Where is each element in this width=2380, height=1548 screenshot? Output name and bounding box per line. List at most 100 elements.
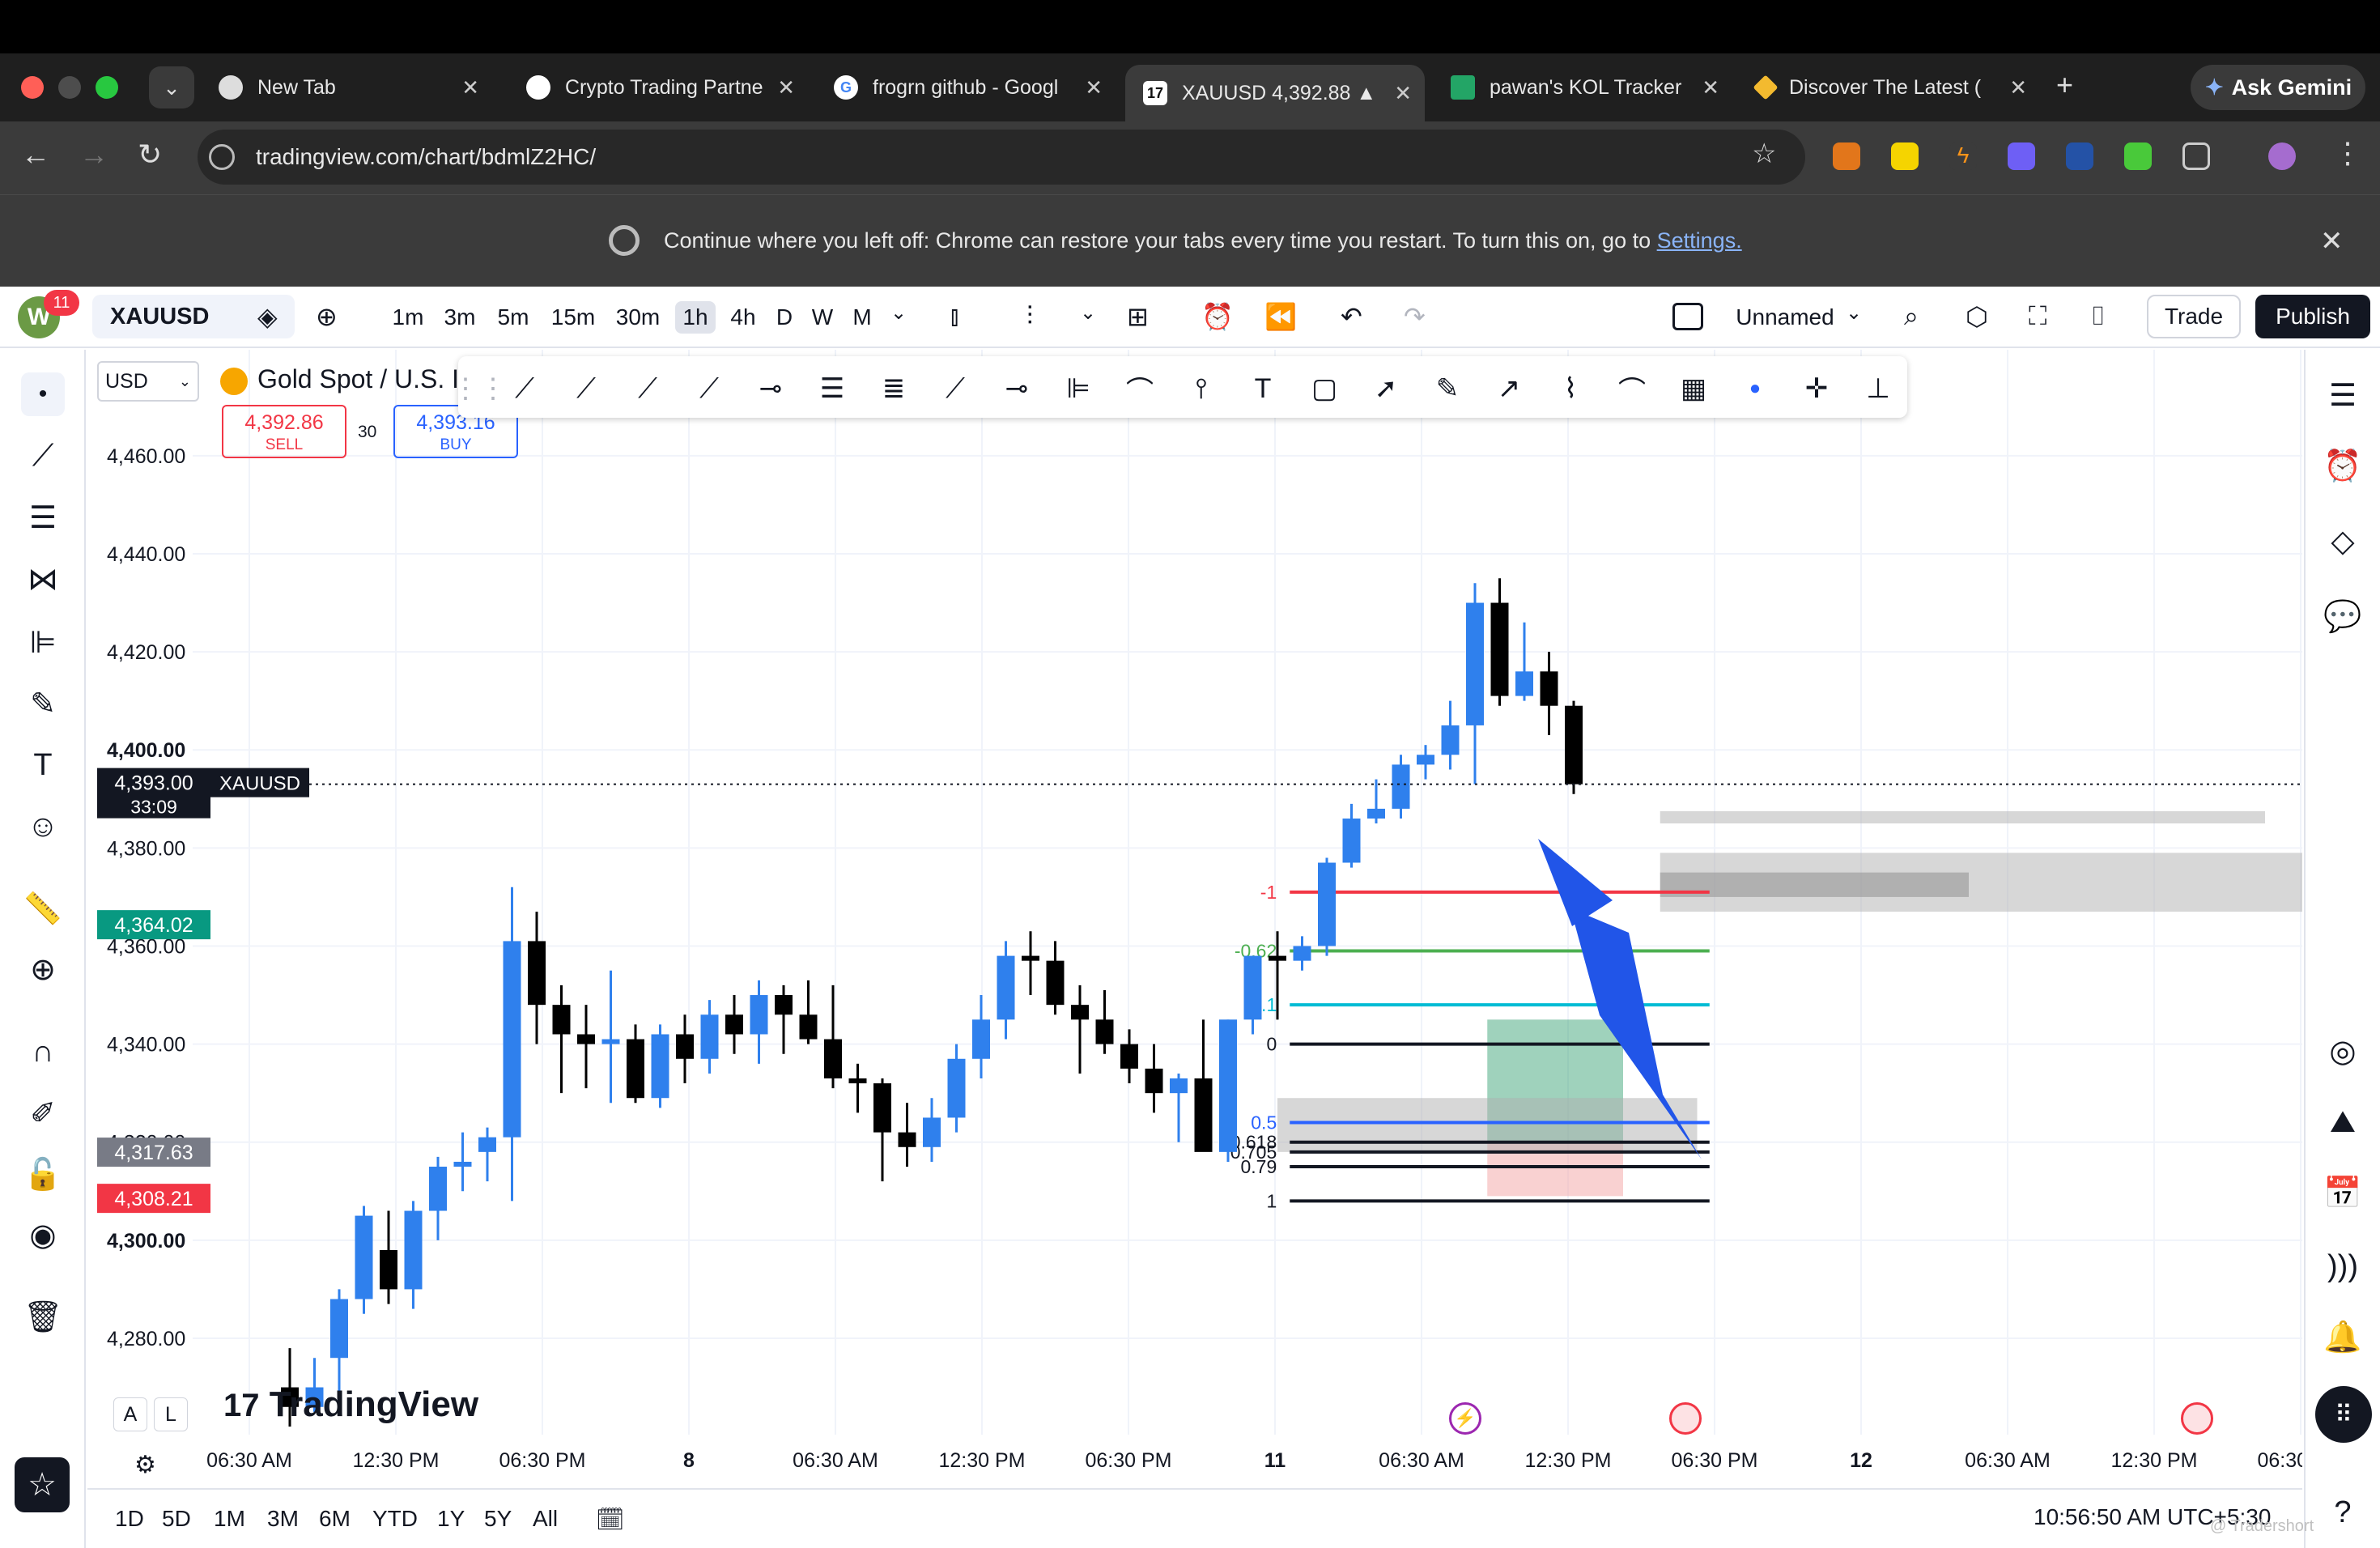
info-line-icon[interactable]: ⟋ xyxy=(628,369,667,408)
target-icon[interactable]: ◎ xyxy=(2320,1028,2365,1074)
extension-list-icon[interactable] xyxy=(2066,142,2093,170)
ask-gemini-button[interactable]: ✦ Ask Gemini xyxy=(2191,65,2365,110)
watchlist-icon[interactable]: ☰ xyxy=(2320,372,2365,418)
interval-m[interactable]: M xyxy=(845,301,879,334)
layout-save-icon[interactable] xyxy=(1672,303,1703,330)
range-1d[interactable]: 1D xyxy=(115,1506,144,1532)
brush-icon[interactable]: ✎ xyxy=(21,682,65,725)
projection-icon[interactable]: ⊫ xyxy=(1059,369,1098,408)
vertical-line-icon[interactable]: ⫯ xyxy=(1182,369,1221,408)
interval-5m[interactable]: 5m xyxy=(491,301,536,334)
range-3m[interactable]: 3M xyxy=(267,1506,299,1532)
settings-gear-icon[interactable]: ⬡ xyxy=(1966,301,1988,332)
parallel-channel-icon[interactable]: ≣ xyxy=(874,369,913,408)
text-tool-icon[interactable]: T xyxy=(21,743,65,787)
interval-w[interactable]: W xyxy=(806,301,839,334)
tab-tradingview[interactable]: 17 XAUUSD 4,392.88 ▲ ✕ xyxy=(1125,65,1425,121)
close-infobar-icon[interactable]: ✕ xyxy=(2320,225,2344,257)
emoji-icon[interactable]: ☺ xyxy=(21,805,65,848)
indicators-icon[interactable]: ⫶ xyxy=(1026,301,1033,332)
path-icon[interactable]: ⌇ xyxy=(1551,369,1590,408)
settings-link[interactable]: Settings. xyxy=(1657,228,1742,253)
arrow-marker-icon[interactable]: ↗ xyxy=(1490,369,1528,408)
horizontal-ray-icon[interactable]: ⊸ xyxy=(997,369,1036,408)
measure-icon[interactable]: ⊥ xyxy=(1859,369,1898,408)
range-5d[interactable]: 5D xyxy=(162,1506,191,1532)
interval-4h[interactable]: 4h xyxy=(724,301,763,334)
maximize-window-icon[interactable] xyxy=(96,76,118,99)
extension-phantom-icon[interactable]: ϟ xyxy=(1949,142,1977,170)
redo-icon[interactable]: ↷ xyxy=(1404,301,1426,332)
highlighter-icon[interactable]: ✎ xyxy=(1428,369,1467,408)
log-scale-button[interactable]: L xyxy=(154,1397,188,1431)
trend-line-icon[interactable]: ⟋ xyxy=(21,434,65,478)
site-info-icon[interactable] xyxy=(209,144,235,170)
quick-search-icon[interactable]: ⌕ xyxy=(1904,301,1919,332)
fib-icon[interactable]: ☰ xyxy=(813,369,852,408)
layers-icon[interactable]: ◇ xyxy=(2320,518,2365,563)
ruler-icon[interactable]: 📏 xyxy=(21,887,65,931)
interval-d[interactable]: D xyxy=(771,301,798,334)
extension-s-icon[interactable] xyxy=(1891,142,1919,170)
currency-select[interactable]: USD ⌄ xyxy=(97,361,199,402)
price-chart[interactable]: 4,460.00 4,440.00 4,420.00 4,400.00 4,380.00… xyxy=(87,350,2302,1488)
profile-avatar-icon[interactable] xyxy=(2268,142,2296,170)
hide-eye-icon[interactable]: ◉ xyxy=(21,1213,65,1257)
compare-add-icon[interactable]: ⊕ xyxy=(316,301,338,332)
close-tab-icon[interactable]: ✕ xyxy=(1394,81,1412,106)
tab-search-chevron-icon[interactable]: ⌄ xyxy=(149,66,194,108)
auto-scale-button[interactable]: A xyxy=(113,1397,147,1431)
back-arrow-icon[interactable]: ← xyxy=(21,138,50,172)
pattern-icon[interactable]: ⋈ xyxy=(21,557,65,601)
layout-chevron-down-icon[interactable]: ⌄ xyxy=(1846,301,1862,325)
close-tab-icon[interactable]: ✕ xyxy=(461,75,479,100)
polyline-icon[interactable]: ⌒ xyxy=(1613,369,1651,408)
trade-button[interactable]: Trade xyxy=(2147,295,2241,338)
fib-retracement-icon[interactable]: ☰ xyxy=(21,495,65,539)
interval-15m[interactable]: 15m xyxy=(544,301,602,334)
browser-menu-icon[interactable]: ⋮ xyxy=(2333,136,2362,170)
zoom-in-icon[interactable]: ⊕ xyxy=(21,947,65,991)
stay-drawing-icon[interactable]: ✐ xyxy=(21,1091,65,1135)
chat-icon[interactable]: 💬 xyxy=(2320,594,2365,640)
new-tab-plus-icon[interactable]: + xyxy=(2056,68,2073,102)
alert-clock-icon[interactable]: ⏰ xyxy=(1201,301,1234,332)
indicators-chevron-down-icon[interactable]: ⌄ xyxy=(1080,301,1096,325)
close-tab-icon[interactable]: ✕ xyxy=(1085,75,1103,100)
lightning-event-icon[interactable]: ⚡ xyxy=(1449,1402,1481,1435)
us-flag-event-icon[interactable] xyxy=(2181,1402,2213,1435)
notifications-bell-icon[interactable]: 🔔 xyxy=(2320,1315,2365,1360)
interval-3m[interactable]: 3m xyxy=(437,301,482,334)
ray-icon[interactable]: ⟋ xyxy=(567,369,606,408)
candle-type-icon[interactable]: ⫾ xyxy=(950,301,958,332)
symbol-diamond-icon[interactable]: ◈ xyxy=(257,301,278,332)
tab-new-tab[interactable]: New Tab ✕ xyxy=(201,65,492,110)
close-window-icon[interactable] xyxy=(21,76,44,99)
angle-line-icon[interactable]: ⟋ xyxy=(936,369,975,408)
rectangle-icon[interactable]: ▢ xyxy=(1305,369,1344,408)
range-1y[interactable]: 1Y xyxy=(437,1506,465,1532)
range-6m[interactable]: 6M xyxy=(319,1506,351,1532)
layout-name-button[interactable]: Unnamed xyxy=(1724,301,1846,334)
chart-pane[interactable]: 4,460.00 4,440.00 4,420.00 4,400.00 4,380.00… xyxy=(87,350,2302,1488)
extended-line-icon[interactable]: ⟋ xyxy=(690,369,729,408)
ideas-icon[interactable]: ⛰ xyxy=(2320,1099,2365,1145)
url-input[interactable]: tradingview.com/chart/bdmlZ2HC/ xyxy=(198,130,1805,185)
table-grid-icon[interactable]: ▦ xyxy=(1674,369,1713,408)
range-1m[interactable]: 1M xyxy=(214,1506,245,1532)
lock-icon[interactable]: 🔓 xyxy=(21,1153,65,1197)
broadcast-icon[interactable]: ))) xyxy=(2320,1244,2365,1289)
color-dot-icon[interactable]: ● xyxy=(1736,369,1774,408)
forward-arrow-icon[interactable]: → xyxy=(79,138,108,172)
projection-icon[interactable]: ⊫ xyxy=(21,620,65,664)
extensions-puzzle-icon[interactable] xyxy=(2182,142,2210,170)
close-tab-icon[interactable]: ✕ xyxy=(1702,75,1719,100)
replay-icon[interactable]: ⏪ xyxy=(1264,301,1297,332)
sell-button[interactable]: 4,392.86 SELL xyxy=(222,405,346,458)
snapshot-camera-icon[interactable]: ⌷ xyxy=(2090,301,2106,332)
interval-30m[interactable]: 30m xyxy=(609,301,667,334)
reload-icon[interactable]: ↻ xyxy=(138,138,162,172)
text-tool-icon[interactable]: T xyxy=(1243,369,1282,408)
tab-binance[interactable]: Discover The Latest ( ✕ xyxy=(1739,65,2040,110)
range-all[interactable]: All xyxy=(533,1506,558,1532)
